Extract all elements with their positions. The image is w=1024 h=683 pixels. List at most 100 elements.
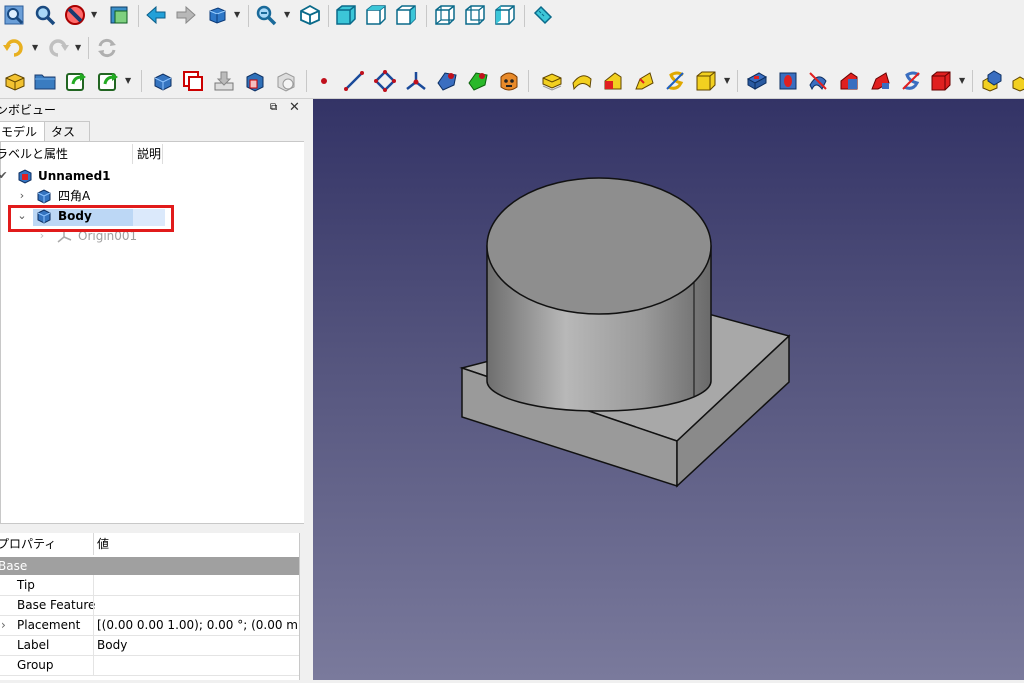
prop-col-value[interactable]: 値 <box>97 533 109 555</box>
front-view-icon[interactable] <box>334 3 358 27</box>
fit-all-icon[interactable] <box>2 3 26 27</box>
prop-name: Group <box>17 658 54 672</box>
pocket-icon[interactable] <box>745 69 769 93</box>
rear-view-icon[interactable] <box>433 3 457 27</box>
std-views-icon[interactable] <box>205 3 229 27</box>
link-dropdown-icon[interactable]: ▼ <box>125 69 133 93</box>
subtractive-primitive-dropdown-icon[interactable]: ▼ <box>959 69 967 93</box>
property-editor: プロパティ 値 Base Tip Base Feature › Placemen… <box>0 533 300 680</box>
datum-line-icon[interactable] <box>342 69 366 93</box>
prop-row-placement[interactable]: › Placement [(0.00 0.00 1.00); 0.00 °; (… <box>0 615 299 636</box>
forward-arrow-icon[interactable] <box>174 3 198 27</box>
draw-style-icon[interactable] <box>63 3 87 27</box>
additive-loft-icon[interactable] <box>601 69 625 93</box>
tab-model-label: モデル <box>1 125 38 139</box>
additive-primitive-dropdown-icon[interactable]: ▼ <box>724 69 732 93</box>
group-folder-icon[interactable] <box>33 69 57 93</box>
panel-title: ンボビュー <box>0 101 308 119</box>
prop-group-base[interactable]: Base <box>0 557 299 575</box>
body-icon <box>36 188 52 204</box>
link-actions-icon[interactable] <box>96 69 120 93</box>
prop-row-group[interactable]: Group <box>0 655 299 676</box>
measure-icon[interactable] <box>531 3 555 27</box>
pad-icon[interactable] <box>540 69 564 93</box>
tree-col-label[interactable]: ラベルと属性 <box>0 144 68 164</box>
undo-icon[interactable] <box>2 36 26 60</box>
draw-style-dropdown-icon[interactable]: ▼ <box>91 3 99 27</box>
3d-viewport[interactable] <box>313 99 1024 680</box>
prop-row-base-feature[interactable]: Base Feature <box>0 595 299 616</box>
additive-pipe-icon[interactable] <box>632 69 656 93</box>
datum-plane-icon[interactable] <box>373 69 397 93</box>
prop-name: Placement <box>17 618 81 632</box>
subtractive-primitive-icon[interactable] <box>929 69 953 93</box>
mirrored-icon[interactable] <box>980 69 1004 93</box>
new-sketch-icon[interactable] <box>181 69 205 93</box>
3d-model[interactable] <box>313 99 1024 680</box>
bottom-view-icon[interactable] <box>463 3 487 27</box>
sub-shape-binder-icon[interactable] <box>466 69 490 93</box>
tree-item-label: Unnamed1 <box>38 169 111 183</box>
tab-tasks[interactable]: タスク <box>44 121 90 159</box>
partdesign-toolbar: ▼ ▼ ▼ <box>0 64 1024 99</box>
chevron-right-icon[interactable]: › <box>1 615 6 635</box>
revolution-icon[interactable] <box>570 69 594 93</box>
undo-dropdown-icon[interactable]: ▼ <box>32 36 40 60</box>
groove-icon[interactable] <box>806 69 830 93</box>
prop-col-property[interactable]: プロパティ <box>0 533 56 555</box>
link-icon[interactable] <box>64 69 88 93</box>
prop-name: Label <box>17 638 50 652</box>
additive-helix-icon[interactable] <box>663 69 687 93</box>
right-view-icon[interactable] <box>394 3 418 27</box>
close-panel-icon[interactable]: ✕ <box>289 100 300 115</box>
tree-col-description[interactable]: 説明 <box>137 144 161 164</box>
chevron-right-icon[interactable]: › <box>16 186 28 206</box>
clone-icon[interactable] <box>274 69 298 93</box>
cylinder-top-face <box>486 177 712 315</box>
std-views-dropdown-icon[interactable]: ▼ <box>234 3 242 27</box>
model-tree: ラベルと属性 説明 ✔ Unnamed1 › 四角A ⌄ Body › Orig… <box>0 141 305 524</box>
bounding-box-icon[interactable] <box>107 3 131 27</box>
prop-name: Tip <box>17 578 35 592</box>
redo-icon[interactable] <box>46 36 70 60</box>
combo-view-panel: ンボビュー ⧉ ✕ モデル タスク ラベルと属性 説明 ✔ Unnamed1 ›… <box>0 99 308 680</box>
zoom-dropdown-icon[interactable]: ▼ <box>284 3 292 27</box>
part-icon[interactable] <box>3 69 27 93</box>
subtractive-pipe-icon[interactable] <box>868 69 892 93</box>
tab-model[interactable]: モデル <box>0 121 46 143</box>
clone-face-icon[interactable] <box>497 69 521 93</box>
zoom-icon[interactable] <box>254 3 278 27</box>
isometric-view-icon[interactable] <box>298 3 322 27</box>
left-view-icon[interactable] <box>493 3 517 27</box>
chevron-down-icon[interactable]: ✔ <box>0 166 9 186</box>
prop-row-label[interactable]: Label Body <box>0 635 299 656</box>
linear-pattern-icon[interactable] <box>1010 69 1024 93</box>
datum-point-icon[interactable] <box>312 69 336 93</box>
prop-value[interactable]: [(0.00 0.00 1.00); 0.00 °; (0.00 mm 0...… <box>97 615 297 635</box>
top-view-icon[interactable] <box>364 3 388 27</box>
fit-selection-icon[interactable] <box>33 3 57 27</box>
tree-item-unnamed1[interactable]: ✔ Unnamed1 <box>0 166 301 186</box>
panel-splitter[interactable] <box>304 99 313 680</box>
prop-value[interactable]: Body <box>97 635 297 655</box>
shape-binder-2-icon[interactable] <box>435 69 459 93</box>
highlight-annotation-box <box>8 205 174 232</box>
tree-item-box-a[interactable]: › 四角A <box>1 186 301 206</box>
subtractive-helix-icon[interactable] <box>899 69 923 93</box>
panel-title-text: ンボビュー <box>0 103 57 117</box>
back-arrow-icon[interactable] <box>144 3 168 27</box>
subtractive-loft-icon[interactable] <box>837 69 861 93</box>
local-cs-icon[interactable] <box>404 69 428 93</box>
redo-dropdown-icon[interactable]: ▼ <box>75 36 83 60</box>
shape-binder-icon[interactable] <box>243 69 267 93</box>
float-panel-icon[interactable]: ⧉ <box>270 102 277 113</box>
new-body-icon[interactable] <box>151 69 175 93</box>
view-toolbar: ▼ ▼ ▼ <box>0 0 1024 32</box>
refresh-icon[interactable] <box>95 36 119 60</box>
import-icon[interactable] <box>212 69 236 93</box>
additive-primitive-icon[interactable] <box>694 69 718 93</box>
prop-name: Base Feature <box>17 598 96 612</box>
tree-item-label: 四角A <box>58 189 91 203</box>
prop-row-tip[interactable]: Tip <box>0 575 299 596</box>
hole-icon[interactable] <box>776 69 800 93</box>
